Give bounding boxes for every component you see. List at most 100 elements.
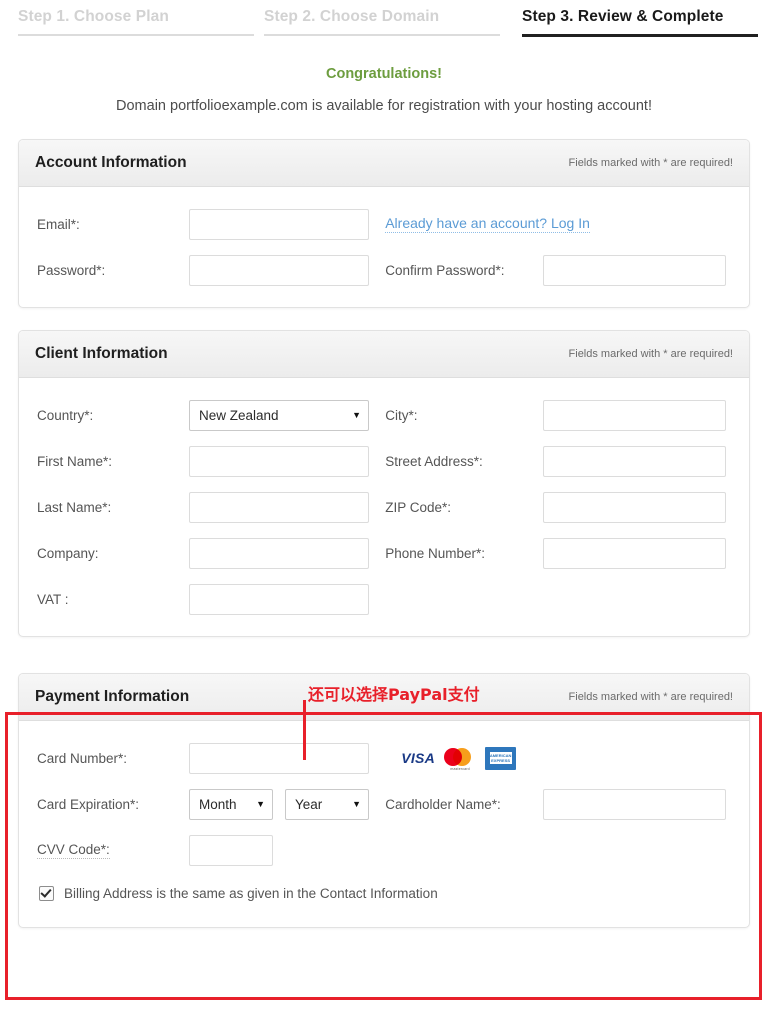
card-expiration-label: Card Expiration*: — [37, 796, 140, 812]
mastercard-wordmark: mastercard — [450, 767, 470, 771]
chevron-down-icon: ▼ — [256, 798, 265, 809]
expiration-year-select[interactable]: Year ▼ — [285, 788, 369, 820]
first-name-input[interactable] — [189, 445, 369, 477]
company-phone-row: Company: Phone Number*: — [19, 530, 749, 576]
company-field-group: Company: — [19, 537, 385, 569]
step-underline — [18, 34, 254, 36]
street-address-label: Street Address*: — [385, 453, 483, 469]
step-tab-label: Step 3. Review & Complete — [522, 8, 724, 25]
card-expiration-field-group: Card Expiration*: Month ▼ Year ▼ — [19, 788, 385, 820]
phone-number-field-group: Phone Number*: — [385, 537, 749, 569]
billing-address-checkbox-row[interactable]: Billing Address is the same as given in … — [19, 873, 749, 913]
cardholder-name-input[interactable] — [543, 788, 727, 820]
card-expiration-row: Card Expiration*: Month ▼ Year ▼ Cardhol… — [19, 781, 749, 827]
email-row: Email*: Already have an account? Log In — [19, 201, 749, 247]
last-name-zip-row: Last Name*: ZIP Code*: — [19, 484, 749, 530]
card-number-field-group: Card Number*: — [19, 742, 385, 774]
confirm-password-field-group: Confirm Password*: — [385, 254, 749, 286]
client-information-header: Client Information Fields marked with * … — [19, 331, 749, 378]
required-fields-note: Fields marked with * are required! — [568, 691, 733, 703]
account-information-body: Email*: Already have an account? Log In … — [19, 187, 749, 307]
step-tab-review-complete[interactable]: Step 3. Review & Complete — [504, 0, 762, 45]
panel-title: Client Information — [35, 345, 168, 362]
vat-label: VAT : — [37, 591, 69, 607]
billing-address-checkbox[interactable] — [39, 885, 54, 901]
cardholder-name-field-group: Cardholder Name*: — [385, 788, 749, 820]
city-input[interactable] — [543, 399, 727, 431]
step-navigation: Step 1. Choose Plan Step 2. Choose Domai… — [0, 0, 768, 50]
email-input[interactable] — [189, 208, 369, 240]
cvv-input[interactable] — [189, 834, 273, 866]
step-underline — [522, 34, 758, 37]
step-tab-label: Step 1. Choose Plan — [18, 8, 169, 25]
annotation-text: 还可以选择PayPal支付 — [308, 685, 480, 704]
intro-block: Congratulations! Domain portfolioexample… — [0, 50, 768, 117]
step-tab-choose-plan[interactable]: Step 1. Choose Plan — [14, 0, 258, 44]
card-number-label: Card Number*: — [37, 750, 128, 766]
country-city-row: Country*: New Zealand ▼ City*: — [19, 392, 749, 438]
chevron-down-icon: ▼ — [352, 409, 361, 420]
company-input[interactable] — [189, 537, 369, 569]
step-underline — [264, 34, 500, 36]
client-information-body: Country*: New Zealand ▼ City*: First Nam… — [19, 378, 749, 636]
last-name-field-group: Last Name*: — [19, 491, 385, 523]
city-label: City*: — [385, 407, 418, 423]
vat-field-group: VAT : — [19, 583, 385, 615]
login-link[interactable]: Already have an account? Log In — [385, 215, 590, 233]
panel-title: Account Information — [35, 154, 187, 171]
password-row: Password*: Confirm Password*: — [19, 247, 749, 293]
step-tab-choose-domain[interactable]: Step 2. Choose Domain — [258, 0, 504, 44]
client-information-panel: Client Information Fields marked with * … — [18, 330, 750, 637]
expiration-month-value: Month — [199, 796, 237, 812]
zip-code-label: ZIP Code*: — [385, 499, 451, 515]
zip-code-input[interactable] — [543, 491, 727, 523]
first-name-street-row: First Name*: Street Address*: — [19, 438, 749, 484]
required-fields-note: Fields marked with * are required! — [568, 348, 733, 360]
domain-availability-message: Domain portfolioexample.com is available… — [116, 98, 652, 114]
first-name-field-group: First Name*: — [19, 445, 385, 477]
annotation-pointer-line — [303, 700, 306, 760]
confirm-password-input[interactable] — [543, 254, 727, 286]
country-label: Country*: — [37, 407, 94, 423]
street-address-input[interactable] — [543, 445, 727, 477]
mastercard-icon: mastercard — [444, 746, 476, 771]
card-number-row: Card Number*: VISA mastercard AMERICAN E… — [19, 735, 749, 781]
card-number-input[interactable] — [189, 742, 369, 774]
panel-title: Payment Information — [35, 688, 190, 705]
amex-line2: EXPRESS — [491, 758, 511, 763]
confirm-password-label: Confirm Password*: — [385, 262, 505, 278]
step-tab-label: Step 2. Choose Domain — [264, 8, 440, 25]
country-select[interactable]: New Zealand ▼ — [189, 399, 369, 431]
cvv-label[interactable]: CVV Code*: — [37, 842, 110, 859]
mastercard-yellow-circle — [453, 748, 472, 766]
street-address-field-group: Street Address*: — [385, 445, 749, 477]
accepted-cards-group: VISA mastercard AMERICAN EXPRESS — [385, 746, 749, 771]
company-label: Company: — [37, 545, 99, 561]
required-fields-note: Fields marked with * are required! — [568, 157, 733, 169]
payment-information-panel: Payment Information Fields marked with *… — [18, 673, 750, 928]
cardholder-name-label: Cardholder Name*: — [385, 796, 501, 812]
email-field-group: Email*: — [19, 208, 385, 240]
congratulations-heading: Congratulations! — [326, 66, 442, 82]
cvv-field-group: CVV Code*: — [19, 834, 385, 866]
last-name-input[interactable] — [189, 491, 369, 523]
payment-information-body: Card Number*: VISA mastercard AMERICAN E… — [19, 721, 749, 927]
expiration-year-value: Year — [295, 796, 323, 812]
password-input[interactable] — [189, 254, 369, 286]
phone-number-input[interactable] — [543, 537, 727, 569]
cvv-row: CVV Code*: — [19, 827, 749, 873]
vat-row: VAT : — [19, 576, 749, 622]
login-link-group: Already have an account? Log In — [385, 215, 749, 233]
american-express-icon: AMERICAN EXPRESS — [485, 746, 517, 770]
first-name-label: First Name*: — [37, 453, 113, 469]
vat-input[interactable] — [189, 583, 369, 615]
country-select-value: New Zealand — [199, 407, 279, 423]
zip-code-field-group: ZIP Code*: — [385, 491, 749, 523]
phone-number-label: Phone Number*: — [385, 545, 486, 561]
city-field-group: City*: — [385, 399, 749, 431]
email-label: Email*: — [37, 216, 80, 232]
country-field-group: Country*: New Zealand ▼ — [19, 399, 385, 431]
expiration-month-select[interactable]: Month ▼ — [189, 788, 273, 820]
account-information-header: Account Information Fields marked with *… — [19, 140, 749, 187]
cvv-label-wrap: CVV Code*: — [37, 842, 189, 859]
